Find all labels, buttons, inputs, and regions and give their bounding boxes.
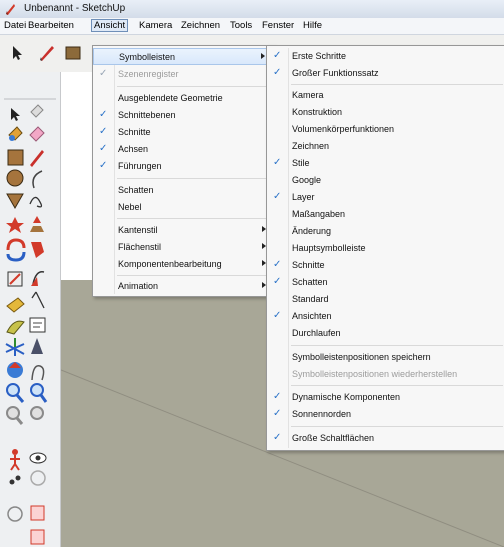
- menu-item-fuehrungen[interactable]: ✓ Führungen: [93, 158, 274, 175]
- line-pencil-icon[interactable]: [38, 44, 56, 62]
- submenu-item-sonnennorden[interactable]: ✓ Sonnennorden: [267, 406, 504, 423]
- check-icon: ✓: [273, 408, 282, 419]
- ansicht-menu: Symbolleisten ✓ Szenenregister Ausgeblen…: [92, 45, 275, 297]
- submenu-item-google[interactable]: Google: [267, 172, 504, 189]
- menu-separator: [291, 385, 503, 386]
- menu-datei[interactable]: Datei: [3, 20, 27, 31]
- menu-bar: Datei Bearbeiten Ansicht Kamera Zeichnen…: [0, 18, 504, 35]
- submenu-item-standard[interactable]: Standard: [267, 291, 504, 308]
- menu-hilfe[interactable]: Hilfe: [302, 20, 323, 31]
- submenu-item-positionen-wiederherstellen: Symbolleistenpositionen wiederherstellen: [292, 369, 458, 379]
- check-icon: ✓: [273, 310, 282, 321]
- submenu-item-erste-schritte[interactable]: ✓ Erste Schritte: [267, 48, 504, 65]
- check-icon: ✓: [99, 143, 108, 154]
- submenu-item-durchlaufen[interactable]: Durchlaufen: [267, 325, 504, 342]
- submenu-item-schnitte[interactable]: ✓ Schnitte: [267, 257, 504, 274]
- submenu-item-stile[interactable]: ✓ Stile: [267, 155, 504, 172]
- title-bar: Unbenannt - SketchUp: [0, 0, 504, 19]
- symbolleisten-submenu: ✓ Erste Schritte ✓ Großer Funktionssatz …: [266, 45, 504, 451]
- menu-ansicht[interactable]: Ansicht: [91, 19, 129, 32]
- menu-kamera[interactable]: Kamera: [138, 20, 173, 31]
- submenu-item-massangaben[interactable]: Maßangaben: [267, 206, 504, 223]
- menu-item-kantenstil[interactable]: Kantenstil: [93, 222, 274, 239]
- check-icon: ✓: [273, 67, 282, 78]
- check-icon: ✓: [273, 50, 282, 61]
- menu-item-flaechenstil[interactable]: Flächenstil: [93, 239, 274, 256]
- check-icon: ✓: [273, 391, 282, 402]
- menu-item-schnitte[interactable]: ✓ Schnitte: [93, 124, 274, 141]
- menu-zeichnen[interactable]: Zeichnen: [180, 20, 221, 31]
- check-icon: ✓: [99, 160, 108, 171]
- menu-bearbeiten[interactable]: Bearbeiten: [27, 20, 75, 31]
- menu-separator: [291, 84, 503, 85]
- select-arrow-icon[interactable]: [8, 44, 26, 62]
- submenu-item-ansichten[interactable]: ✓ Ansichten: [267, 308, 504, 325]
- submenu-item-schatten[interactable]: ✓ Schatten: [267, 274, 504, 291]
- window-title: Unbenannt - SketchUp: [24, 3, 126, 14]
- submenu-arrow-icon: [261, 53, 265, 59]
- menu-item-nebel[interactable]: Nebel: [93, 199, 274, 216]
- menu-item-symbolleisten[interactable]: Symbolleisten: [93, 48, 274, 65]
- rectangle-icon[interactable]: [64, 44, 82, 62]
- tool-icons-group: [4, 98, 56, 545]
- submenu-item-konstruktion[interactable]: Konstruktion: [267, 104, 504, 121]
- submenu-item-kamera[interactable]: Kamera: [267, 87, 504, 104]
- menu-item-animation[interactable]: Animation: [93, 278, 274, 295]
- submenu-item-grosse-schaltflaechen[interactable]: ✓ Große Schaltflächen: [267, 430, 504, 447]
- check-icon: ✓: [273, 259, 282, 270]
- check-icon: ✓: [99, 68, 108, 79]
- submenu-item-grosser-funktionssatz[interactable]: ✓ Großer Funktionssatz: [267, 65, 504, 82]
- check-icon: ✓: [273, 276, 282, 287]
- check-icon: ✓: [273, 432, 282, 443]
- menu-fenster[interactable]: Fenster: [261, 20, 295, 31]
- menu-item-szenenregister: ✓ Szenenregister: [99, 68, 179, 79]
- menu-item-achsen[interactable]: ✓ Achsen: [93, 141, 274, 158]
- menu-separator: [291, 345, 503, 346]
- menu-separator: [291, 426, 503, 427]
- menu-separator: [117, 218, 272, 219]
- menu-tools[interactable]: Tools: [229, 20, 253, 31]
- check-icon: ✓: [273, 157, 282, 168]
- submenu-item-aenderung[interactable]: Änderung: [267, 223, 504, 240]
- check-icon: ✓: [99, 126, 108, 137]
- menu-item-schnittebenen[interactable]: ✓ Schnittebenen: [93, 107, 274, 124]
- submenu-item-dynamische-komponenten[interactable]: ✓ Dynamische Komponenten: [267, 389, 504, 406]
- menu-item-komponentenbearbeitung[interactable]: Komponentenbearbeitung: [93, 256, 274, 273]
- submenu-item-positionen-speichern[interactable]: Symbolleistenpositionen speichern: [267, 349, 504, 366]
- menu-separator: [117, 178, 272, 179]
- submenu-item-volumenkoerperfunktionen[interactable]: Volumenkörperfunktionen: [267, 121, 504, 138]
- submenu-item-hauptsymbolleiste[interactable]: Hauptsymbolleiste: [267, 240, 504, 257]
- submenu-item-zeichnen[interactable]: Zeichnen: [267, 138, 504, 155]
- menu-item-ausgeblendete-geometrie[interactable]: Ausgeblendete Geometrie: [93, 90, 274, 107]
- check-icon: ✓: [273, 191, 282, 202]
- menu-separator: [117, 86, 272, 87]
- left-toolbar: [0, 72, 61, 547]
- check-icon: ✓: [99, 109, 108, 120]
- menu-separator: [117, 275, 272, 276]
- sketchup-logo-icon: [6, 4, 15, 15]
- menu-item-schatten[interactable]: Schatten: [93, 182, 274, 199]
- submenu-item-layer[interactable]: ✓ Layer: [267, 189, 504, 206]
